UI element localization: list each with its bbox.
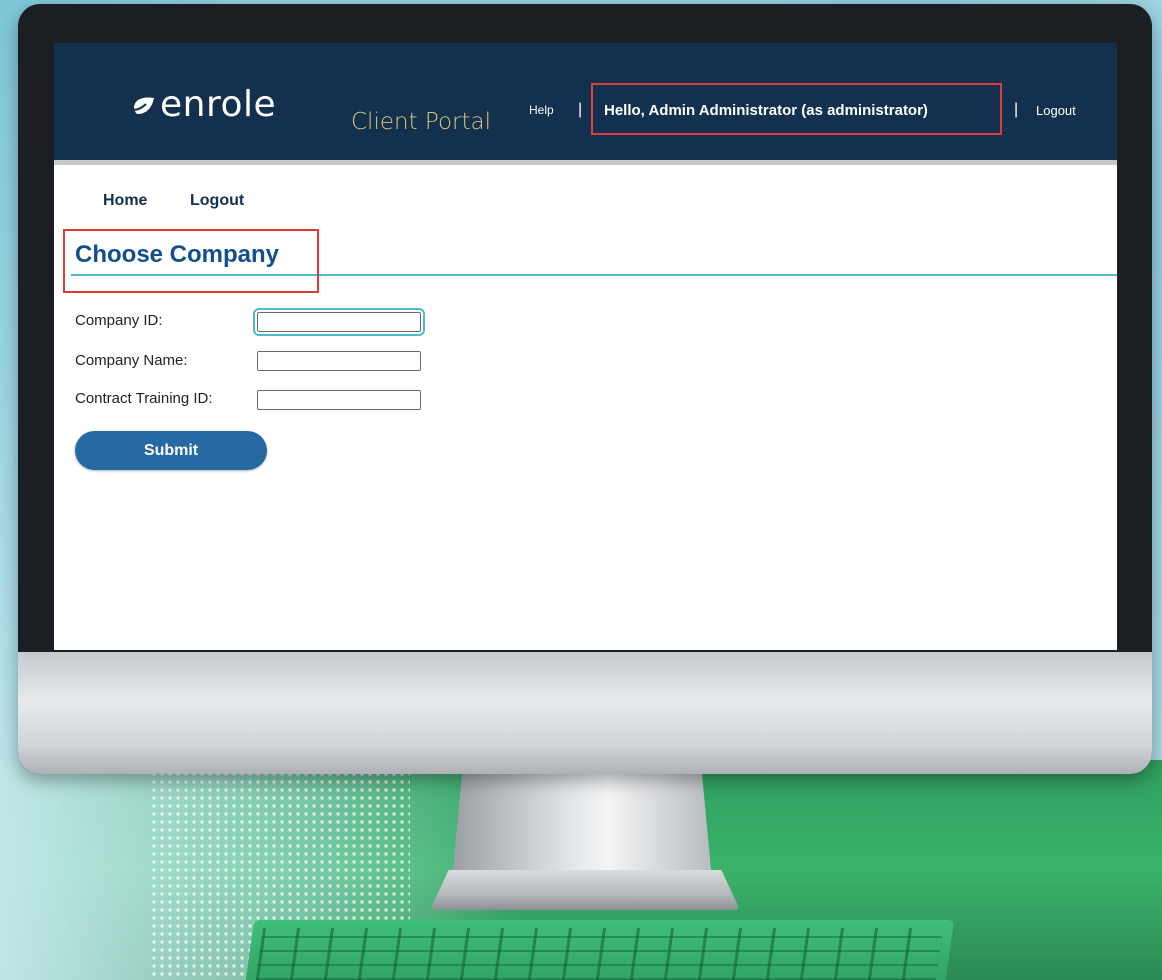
keyboard-keys <box>255 928 944 980</box>
header-separator: | <box>1014 101 1019 118</box>
user-greeting: Hello, Admin Administrator (as administr… <box>604 102 928 119</box>
nav-home-link[interactable]: Home <box>103 192 147 210</box>
submit-button[interactable]: Submit <box>75 431 267 470</box>
title-highlight-box <box>63 229 319 293</box>
help-link[interactable]: Help <box>529 103 554 117</box>
leaf-icon <box>132 97 154 114</box>
company-name-input[interactable] <box>257 351 421 371</box>
portal-title: Client Portal <box>351 109 491 135</box>
contract-training-id-input[interactable] <box>257 390 421 410</box>
company-id-input[interactable] <box>253 308 425 336</box>
contract-training-id-label: Contract Training ID: <box>75 390 213 407</box>
keyboard <box>245 920 955 980</box>
enrole-logo[interactable]: enrole <box>130 83 276 127</box>
logo-text: enrole <box>160 84 277 125</box>
company-name-label: Company Name: <box>75 352 188 369</box>
monitor-stand-neck <box>452 770 712 880</box>
monitor-stand-base <box>430 870 740 910</box>
app-header: enrole Client Portal Help | Hello, Admin… <box>54 43 1117 160</box>
header-logout-link[interactable]: Logout <box>1036 103 1076 118</box>
company-id-label: Company ID: <box>75 312 163 329</box>
header-divider <box>54 160 1117 165</box>
browser-screen: enrole Client Portal Help | Hello, Admin… <box>54 43 1117 650</box>
nav-logout-link[interactable]: Logout <box>190 192 244 210</box>
monitor-chin <box>18 652 1152 774</box>
header-separator: | <box>578 101 583 118</box>
